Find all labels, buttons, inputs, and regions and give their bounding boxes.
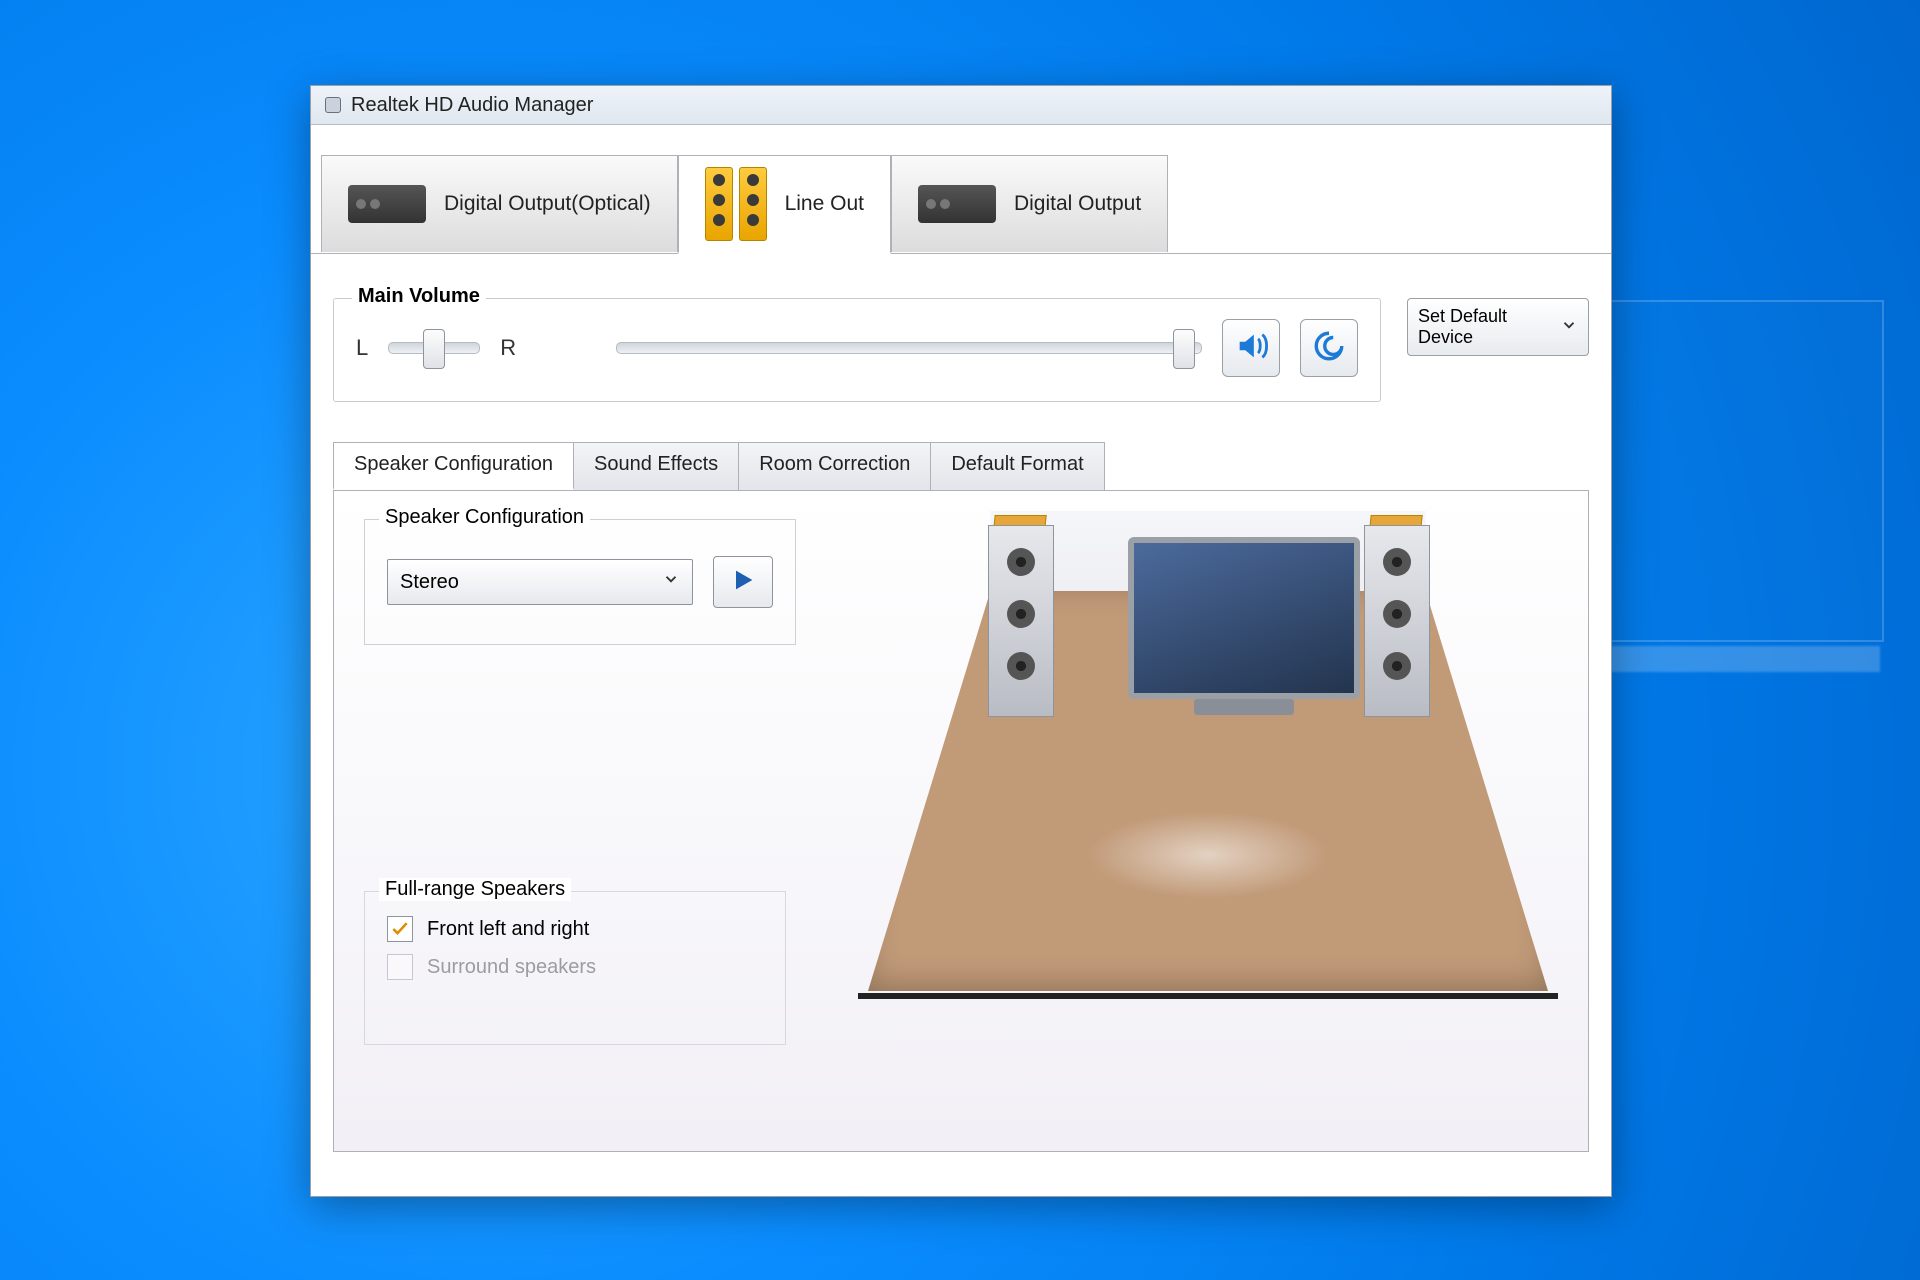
amplifier-icon: [918, 185, 996, 223]
checkbox-surround-speakers: [387, 954, 413, 980]
settings-tab-row: Speaker Configuration Sound Effects Room…: [333, 442, 1589, 491]
tab-label: Room Correction: [759, 453, 910, 475]
window-title: Realtek HD Audio Manager: [351, 94, 593, 117]
tab-line-out[interactable]: Line Out: [678, 155, 891, 254]
play-icon: [729, 566, 757, 599]
volume-slider[interactable]: [616, 342, 1202, 354]
tab-label: Default Format: [951, 453, 1083, 475]
checkbox-front-left-right[interactable]: [387, 916, 413, 942]
mute-button[interactable]: [1222, 319, 1280, 377]
device-tab-label: Line Out: [785, 192, 864, 216]
checkbox-front-label: Front left and right: [427, 918, 589, 941]
app-icon: [325, 97, 341, 113]
balance-slider[interactable]: [388, 342, 480, 354]
balance-left-label: L: [356, 335, 368, 361]
audio-enhancement-button[interactable]: [1300, 319, 1358, 377]
speaker-configuration-group-label: Speaker Configuration: [379, 506, 590, 529]
set-default-device-dropdown[interactable]: Set Default Device: [1407, 298, 1589, 356]
main-volume-group: Main Volume L R: [333, 298, 1381, 402]
room-baseline: [858, 993, 1558, 999]
checkbox-surround-label: Surround speakers: [427, 956, 596, 979]
full-range-speakers-group: Full-range Speakers Front left and right…: [364, 891, 786, 1045]
balance-slider-thumb[interactable]: [423, 329, 445, 369]
swirl-icon: [1312, 329, 1346, 368]
tab-digital-output-optical[interactable]: Digital Output(Optical): [321, 155, 678, 252]
tab-label: Speaker Configuration: [354, 453, 553, 475]
speaker-left-icon: [988, 515, 1052, 715]
speaker-configuration-select[interactable]: Stereo: [387, 559, 693, 605]
checkbox-row-front[interactable]: Front left and right: [387, 916, 785, 942]
balance-right-label: R: [500, 335, 516, 361]
speaker-configuration-selected: Stereo: [400, 571, 459, 594]
tab-default-format[interactable]: Default Format: [930, 442, 1104, 490]
amplifier-icon: [348, 185, 426, 223]
tv-icon: [1128, 537, 1360, 699]
main-volume-label: Main Volume: [352, 285, 486, 308]
device-tab-label: Digital Output: [1014, 192, 1141, 216]
speakers-icon: [705, 167, 767, 241]
tab-content-area: Speaker Configuration Stereo: [333, 491, 1589, 1152]
speaker-right-icon: [1364, 515, 1428, 715]
tab-digital-output[interactable]: Digital Output: [891, 155, 1168, 252]
tab-speaker-configuration[interactable]: Speaker Configuration: [333, 442, 574, 490]
set-default-device-label: Set Default Device: [1418, 306, 1560, 347]
speaker-icon: [1234, 329, 1268, 368]
tab-sound-effects[interactable]: Sound Effects: [573, 442, 739, 490]
volume-slider-thumb[interactable]: [1173, 329, 1195, 369]
speaker-configuration-group: Speaker Configuration Stereo: [364, 519, 796, 645]
device-tab-row: Digital Output(Optical) Line Out Digital…: [321, 155, 1611, 254]
tab-room-correction[interactable]: Room Correction: [738, 442, 931, 490]
checkbox-row-surround: Surround speakers: [387, 954, 785, 980]
full-range-speakers-label: Full-range Speakers: [379, 878, 571, 901]
desktop-background: Realtek HD Audio Manager Digital Output(…: [0, 0, 1920, 1280]
device-tab-label: Digital Output(Optical): [444, 192, 651, 216]
tab-label: Sound Effects: [594, 453, 718, 475]
chevron-down-icon: [662, 570, 680, 594]
audio-manager-window: Realtek HD Audio Manager Digital Output(…: [310, 85, 1612, 1197]
title-bar[interactable]: Realtek HD Audio Manager: [311, 86, 1611, 125]
test-playback-button[interactable]: [713, 556, 773, 608]
chevron-down-icon: [1560, 316, 1578, 339]
room-visualization: [868, 511, 1548, 991]
